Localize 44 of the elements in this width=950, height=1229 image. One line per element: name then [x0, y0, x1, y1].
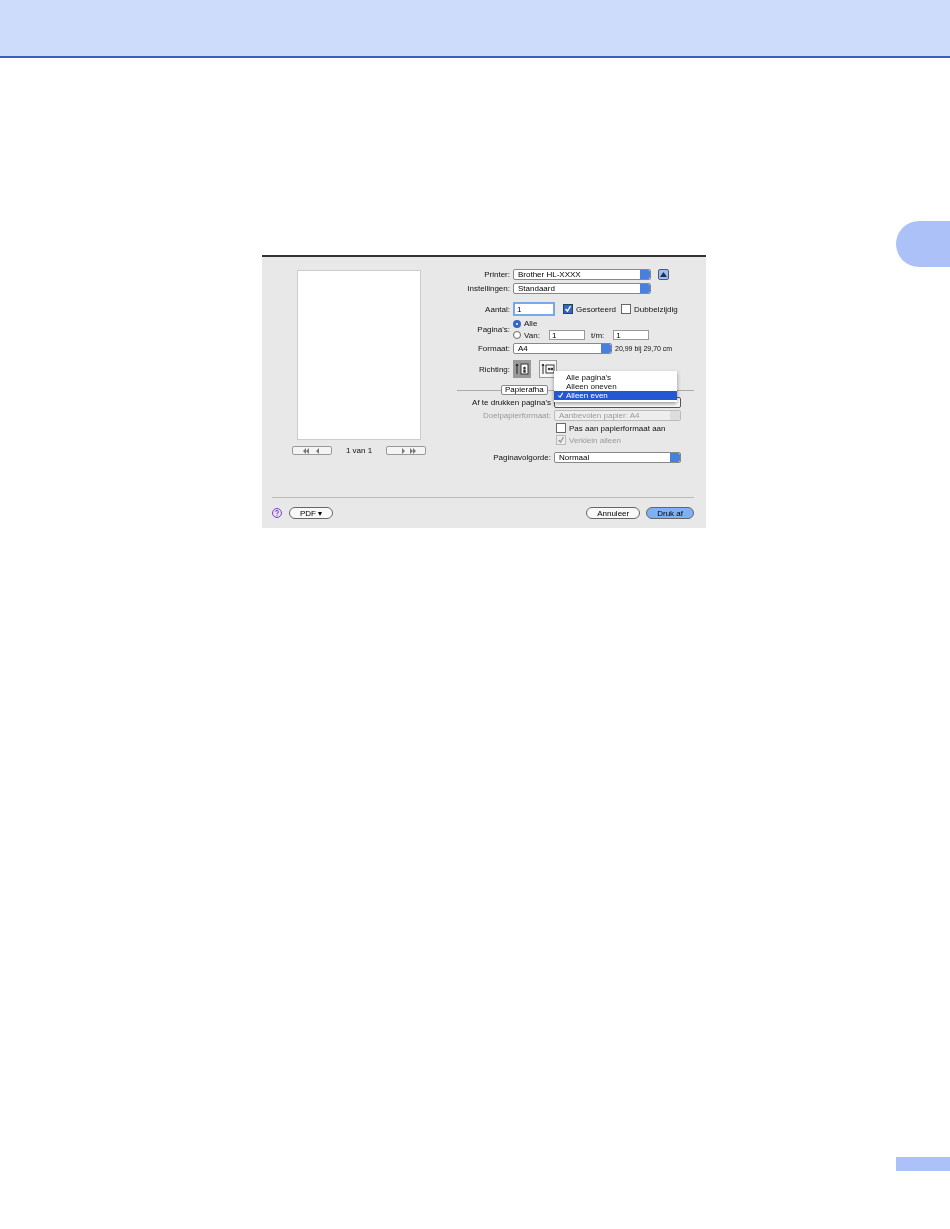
printer-label: Printer: [483, 270, 510, 279]
radio-label: Van: [524, 330, 540, 340]
from-field[interactable]: 1 [549, 330, 585, 340]
checkmark-icon [557, 392, 564, 399]
preset-label: Instellingen: [466, 284, 510, 293]
to-label: t/m: [591, 330, 605, 340]
radio-label: Alle [524, 319, 538, 328]
menu-item[interactable]: Alleen even [554, 391, 677, 400]
preset-popup[interactable]: Standaard [513, 283, 651, 294]
copies-field[interactable]: 1 [513, 302, 555, 316]
orientation-label: Richting: [477, 364, 510, 374]
page-order-label: Paginavolgorde: [492, 453, 551, 462]
menu-item[interactable]: Alleen oneven [554, 382, 677, 391]
portrait-button[interactable] [513, 360, 531, 378]
help-button[interactable] [272, 507, 283, 519]
page-number-bar [896, 1157, 950, 1171]
printer-popup[interactable]: Brother HL-XXXX [513, 269, 651, 280]
checkbox-label: Gesorteerd [576, 304, 617, 314]
paper-size-popup[interactable]: A4 [513, 343, 612, 354]
destination-size-label: Doelpapierformaat: [481, 411, 551, 420]
checkbox-label: Verklein alleen [569, 435, 622, 445]
disclosure-button[interactable] [658, 269, 669, 280]
checkbox[interactable] [563, 304, 573, 314]
paper-size-label: Formaat: [477, 344, 510, 353]
copies-label: Aantal: [484, 304, 510, 314]
pdf-button[interactable]: PDF ▾ [289, 507, 334, 519]
landscape-button[interactable] [539, 360, 557, 378]
checkbox[interactable] [621, 304, 632, 314]
pages-to-print-label: Af te drukken pagina's [471, 398, 551, 407]
checkbox-label: Pas aan papierformaat aan [569, 423, 666, 433]
radio-button[interactable] [513, 319, 521, 328]
print-button[interactable]: Druk af [646, 507, 694, 519]
to-field[interactable]: 1 [613, 330, 650, 340]
next-last-buttons[interactable] [386, 446, 427, 455]
first-previous-buttons[interactable] [291, 446, 332, 455]
pages-label: Pagina's: [476, 325, 510, 334]
page-counter: 1 van 1 [345, 446, 373, 455]
menu-item[interactable]: Alle pagina's [554, 373, 677, 382]
panel-popup[interactable]: Papierafha [501, 385, 548, 395]
cancel-button[interactable]: Annuleer [586, 507, 641, 519]
checkbox[interactable] [556, 423, 566, 433]
checkbox-label: Dubbelzijdig [634, 304, 678, 314]
page-order-popup[interactable]: Normaal [554, 452, 681, 463]
radio-button[interactable] [513, 331, 521, 339]
